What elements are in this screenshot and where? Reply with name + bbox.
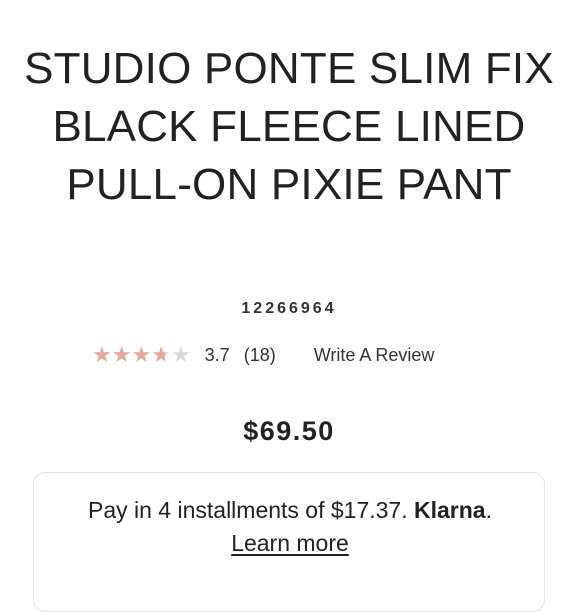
review-count[interactable]: (18) <box>244 345 276 366</box>
star-rating: ★ ★ ★ ★ ★ <box>92 344 191 366</box>
product-title: STUDIO PONTE SLIM FIX BLACK FLEECE LINED… <box>24 44 554 209</box>
write-review-link[interactable]: Write A Review <box>314 345 435 366</box>
klarna-message: Pay in 4 installments of $17.37. Klarna. <box>34 497 546 524</box>
klarna-logo-text: Klarna <box>414 497 486 523</box>
klarna-period: . <box>485 497 492 523</box>
product-sku: 12266964 <box>241 300 337 317</box>
klarna-installments-box: Pay in 4 installments of $17.37. Klarna.… <box>33 472 545 612</box>
star-icon: ★ <box>170 342 191 367</box>
star-icon: ★ <box>92 342 112 367</box>
rating-value: 3.7 <box>204 344 230 365</box>
star-icon: ★ <box>151 342 171 367</box>
product-price: $69.50 <box>243 416 335 446</box>
klarna-installment-text: Pay in 4 installments of $17.37. <box>87 497 408 523</box>
rating-row: ★ ★ ★ ★ ★ 3.7 (18) Write A Review <box>92 340 434 370</box>
learn-more-link[interactable]: Learn more <box>231 530 349 556</box>
star-icon: ★ <box>111 342 132 367</box>
learn-more-row: Learn more <box>34 530 546 557</box>
star-icon: ★ <box>131 342 152 367</box>
